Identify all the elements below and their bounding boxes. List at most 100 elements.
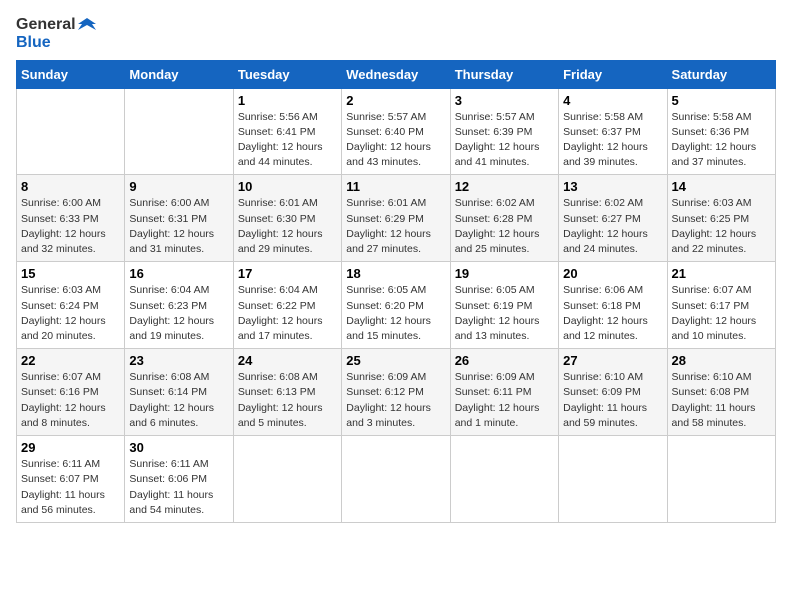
day-detail: Sunrise: 6:00 AMSunset: 6:31 PMDaylight:… [129,197,214,255]
logo-container: General Blue [16,16,96,52]
day-number: 24 [238,353,337,368]
calendar-day-9: 9 Sunrise: 6:00 AMSunset: 6:31 PMDayligh… [125,175,233,262]
day-number: 11 [346,179,445,194]
calendar-table: SundayMondayTuesdayWednesdayThursdayFrid… [16,60,776,523]
day-detail: Sunrise: 6:01 AMSunset: 6:30 PMDaylight:… [238,197,323,255]
calendar-day-23: 23 Sunrise: 6:08 AMSunset: 6:14 PMDaylig… [125,349,233,436]
day-number: 1 [238,93,337,108]
day-number: 9 [129,179,228,194]
calendar-day-8: 8 Sunrise: 6:00 AMSunset: 6:33 PMDayligh… [17,175,125,262]
weekday-header-sunday: Sunday [17,60,125,88]
weekday-header-monday: Monday [125,60,233,88]
day-detail: Sunrise: 6:02 AMSunset: 6:28 PMDaylight:… [455,197,540,255]
calendar-day-18: 18 Sunrise: 6:05 AMSunset: 6:20 PMDaylig… [342,262,450,349]
day-number: 8 [21,179,120,194]
day-detail: Sunrise: 6:09 AMSunset: 6:12 PMDaylight:… [346,371,431,429]
day-detail: Sunrise: 6:05 AMSunset: 6:20 PMDaylight:… [346,284,431,342]
day-detail: Sunrise: 6:01 AMSunset: 6:29 PMDaylight:… [346,197,431,255]
day-number: 18 [346,266,445,281]
day-number: 29 [21,440,120,455]
day-number: 20 [563,266,662,281]
calendar-day-21: 21 Sunrise: 6:07 AMSunset: 6:17 PMDaylig… [667,262,775,349]
weekday-header-tuesday: Tuesday [233,60,341,88]
day-number: 16 [129,266,228,281]
day-detail: Sunrise: 6:10 AMSunset: 6:08 PMDaylight:… [672,371,756,429]
logo-blue: Blue [16,34,51,52]
calendar-day-22: 22 Sunrise: 6:07 AMSunset: 6:16 PMDaylig… [17,349,125,436]
day-number: 19 [455,266,554,281]
weekday-header-saturday: Saturday [667,60,775,88]
day-number: 27 [563,353,662,368]
day-number: 22 [21,353,120,368]
day-number: 2 [346,93,445,108]
day-detail: Sunrise: 6:09 AMSunset: 6:11 PMDaylight:… [455,371,540,429]
empty-cell [233,436,341,523]
calendar-day-16: 16 Sunrise: 6:04 AMSunset: 6:23 PMDaylig… [125,262,233,349]
logo: General Blue [16,16,96,52]
day-number: 15 [21,266,120,281]
day-detail: Sunrise: 5:58 AMSunset: 6:36 PMDaylight:… [672,111,757,169]
calendar-day-28: 28 Sunrise: 6:10 AMSunset: 6:08 PMDaylig… [667,349,775,436]
day-detail: Sunrise: 6:06 AMSunset: 6:18 PMDaylight:… [563,284,648,342]
day-detail: Sunrise: 6:10 AMSunset: 6:09 PMDaylight:… [563,371,647,429]
calendar-day-17: 17 Sunrise: 6:04 AMSunset: 6:22 PMDaylig… [233,262,341,349]
calendar-day-13: 13 Sunrise: 6:02 AMSunset: 6:27 PMDaylig… [559,175,667,262]
day-detail: Sunrise: 6:05 AMSunset: 6:19 PMDaylight:… [455,284,540,342]
day-detail: Sunrise: 6:03 AMSunset: 6:25 PMDaylight:… [672,197,757,255]
day-detail: Sunrise: 6:00 AMSunset: 6:33 PMDaylight:… [21,197,106,255]
calendar-day-25: 25 Sunrise: 6:09 AMSunset: 6:12 PMDaylig… [342,349,450,436]
day-number: 14 [672,179,771,194]
calendar-day-1: 1 Sunrise: 5:56 AMSunset: 6:41 PMDayligh… [233,88,341,175]
empty-cell [17,88,125,175]
calendar-week-2: 8 Sunrise: 6:00 AMSunset: 6:33 PMDayligh… [17,175,776,262]
calendar-day-10: 10 Sunrise: 6:01 AMSunset: 6:30 PMDaylig… [233,175,341,262]
weekday-header-friday: Friday [559,60,667,88]
day-detail: Sunrise: 6:02 AMSunset: 6:27 PMDaylight:… [563,197,648,255]
calendar-day-11: 11 Sunrise: 6:01 AMSunset: 6:29 PMDaylig… [342,175,450,262]
calendar-day-27: 27 Sunrise: 6:10 AMSunset: 6:09 PMDaylig… [559,349,667,436]
day-detail: Sunrise: 6:08 AMSunset: 6:14 PMDaylight:… [129,371,214,429]
day-detail: Sunrise: 5:56 AMSunset: 6:41 PMDaylight:… [238,111,323,169]
weekday-header-thursday: Thursday [450,60,558,88]
day-detail: Sunrise: 6:11 AMSunset: 6:06 PMDaylight:… [129,458,213,516]
calendar-day-24: 24 Sunrise: 6:08 AMSunset: 6:13 PMDaylig… [233,349,341,436]
day-number: 4 [563,93,662,108]
calendar-week-4: 22 Sunrise: 6:07 AMSunset: 6:16 PMDaylig… [17,349,776,436]
calendar-day-3: 3 Sunrise: 5:57 AMSunset: 6:39 PMDayligh… [450,88,558,175]
day-detail: Sunrise: 6:08 AMSunset: 6:13 PMDaylight:… [238,371,323,429]
day-detail: Sunrise: 6:03 AMSunset: 6:24 PMDaylight:… [21,284,106,342]
day-detail: Sunrise: 6:07 AMSunset: 6:17 PMDaylight:… [672,284,757,342]
day-detail: Sunrise: 5:57 AMSunset: 6:40 PMDaylight:… [346,111,431,169]
calendar-day-2: 2 Sunrise: 5:57 AMSunset: 6:40 PMDayligh… [342,88,450,175]
weekday-header-wednesday: Wednesday [342,60,450,88]
day-number: 26 [455,353,554,368]
day-number: 13 [563,179,662,194]
logo-general: General [16,16,76,34]
logo-bird-icon [78,16,96,34]
empty-cell [342,436,450,523]
day-number: 17 [238,266,337,281]
day-detail: Sunrise: 5:58 AMSunset: 6:37 PMDaylight:… [563,111,648,169]
calendar-day-14: 14 Sunrise: 6:03 AMSunset: 6:25 PMDaylig… [667,175,775,262]
calendar-day-19: 19 Sunrise: 6:05 AMSunset: 6:19 PMDaylig… [450,262,558,349]
day-number: 12 [455,179,554,194]
day-number: 10 [238,179,337,194]
calendar-day-5: 5 Sunrise: 5:58 AMSunset: 6:36 PMDayligh… [667,88,775,175]
day-number: 3 [455,93,554,108]
empty-cell [559,436,667,523]
calendar-header-row: SundayMondayTuesdayWednesdayThursdayFrid… [17,60,776,88]
calendar-day-15: 15 Sunrise: 6:03 AMSunset: 6:24 PMDaylig… [17,262,125,349]
calendar-day-26: 26 Sunrise: 6:09 AMSunset: 6:11 PMDaylig… [450,349,558,436]
day-detail: Sunrise: 6:04 AMSunset: 6:22 PMDaylight:… [238,284,323,342]
day-number: 21 [672,266,771,281]
calendar-week-1: 1 Sunrise: 5:56 AMSunset: 6:41 PMDayligh… [17,88,776,175]
day-number: 30 [129,440,228,455]
calendar-day-12: 12 Sunrise: 6:02 AMSunset: 6:28 PMDaylig… [450,175,558,262]
empty-cell [450,436,558,523]
empty-cell [125,88,233,175]
calendar-week-5: 29 Sunrise: 6:11 AMSunset: 6:07 PMDaylig… [17,436,776,523]
day-number: 23 [129,353,228,368]
day-detail: Sunrise: 6:11 AMSunset: 6:07 PMDaylight:… [21,458,105,516]
calendar-day-29: 29 Sunrise: 6:11 AMSunset: 6:07 PMDaylig… [17,436,125,523]
calendar-day-30: 30 Sunrise: 6:11 AMSunset: 6:06 PMDaylig… [125,436,233,523]
